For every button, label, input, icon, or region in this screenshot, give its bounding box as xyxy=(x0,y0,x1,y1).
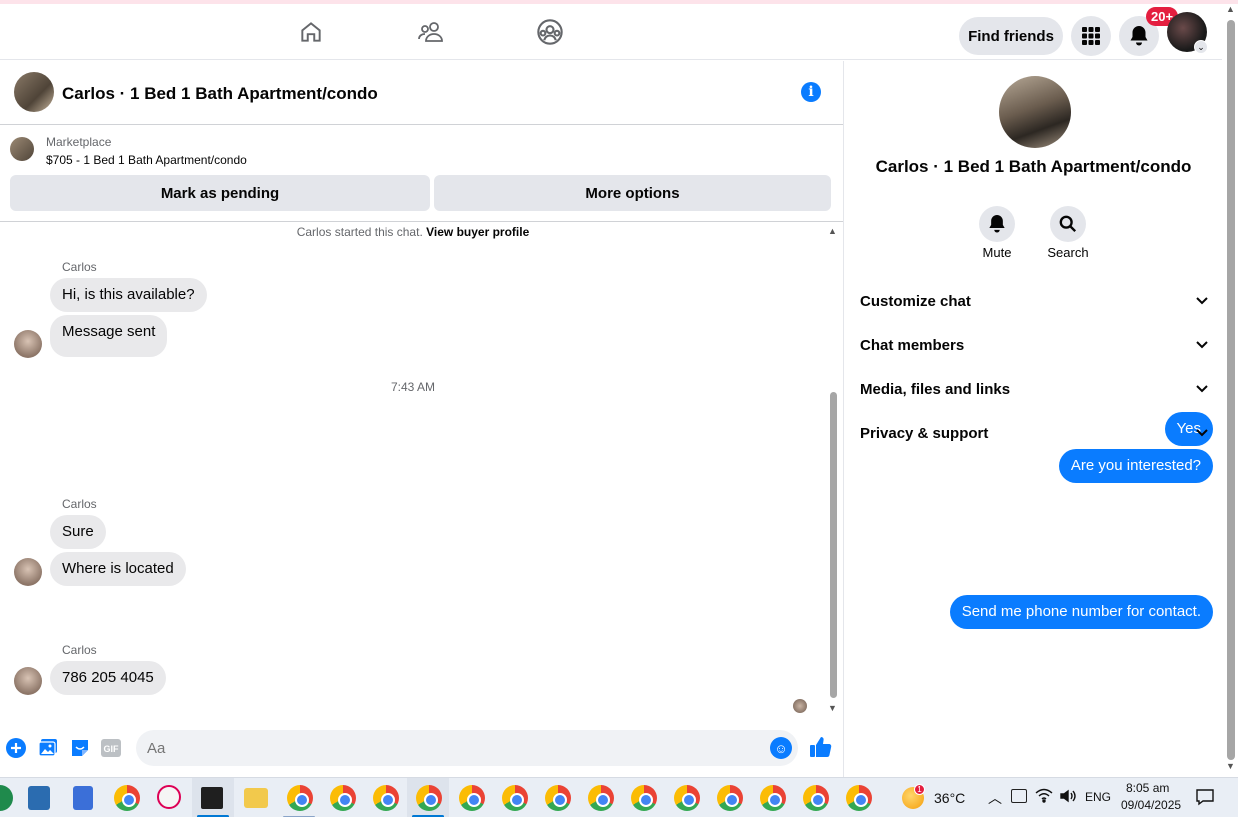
file-explorer-icon[interactable] xyxy=(244,788,268,808)
speaker-icon[interactable] xyxy=(1059,788,1077,807)
section-chat-members[interactable]: Chat members xyxy=(860,325,1208,365)
sender-name: Carlos xyxy=(62,260,97,274)
page-scroll-down-icon[interactable]: ▼ xyxy=(1226,761,1235,771)
view-buyer-profile-link[interactable]: View buyer profile xyxy=(426,225,529,239)
section-label: Media, files and links xyxy=(860,380,1011,398)
sender-name: Carlos xyxy=(62,643,97,657)
chat-details-panel: Carlos · 1 Bed 1 Bath Apartment/condo Mu… xyxy=(843,61,1222,777)
divider xyxy=(0,221,843,222)
chat-header: Carlos · 1 Bed 1 Bath Apartment/condo i xyxy=(0,61,843,125)
photo-icon[interactable] xyxy=(37,737,59,759)
section-label: Privacy & support xyxy=(860,424,989,442)
chrome-profile-icon[interactable] xyxy=(631,785,657,811)
read-receipt-avatar xyxy=(793,699,807,713)
friends-icon[interactable] xyxy=(415,16,447,48)
temperature[interactable]: 36°C xyxy=(934,790,965,806)
chrome-profile-icon[interactable] xyxy=(846,785,872,811)
chevron-down-icon xyxy=(1196,382,1208,396)
message-input[interactable] xyxy=(136,730,798,766)
chrome-profile-icon[interactable] xyxy=(803,785,829,811)
listing-avatar[interactable] xyxy=(999,76,1071,148)
scroll-up-arrow-icon[interactable]: ▲ xyxy=(828,226,837,236)
find-friends-button[interactable]: Find friends xyxy=(959,17,1063,55)
top-nav: Find friends xyxy=(0,4,1222,60)
sender-avatar[interactable] xyxy=(14,330,42,358)
svg-text:GIF: GIF xyxy=(104,744,120,754)
messenger-window: Find friends 20+ ⌄ Carlos · 1 Bed 1 Bath… xyxy=(0,0,1238,817)
app-icon[interactable] xyxy=(0,785,13,811)
chrome-icon[interactable] xyxy=(114,785,140,811)
chrome-profile-icon[interactable] xyxy=(330,785,356,811)
taskbar: 1 36°C ︿ ENG 8:05 am 09/04/2025 xyxy=(0,777,1238,817)
sender-avatar[interactable] xyxy=(14,667,42,695)
chrome-profile-icon[interactable] xyxy=(717,785,743,811)
device-icon[interactable] xyxy=(1011,789,1027,803)
panel-title: Carlos · 1 Bed 1 Bath Apartment/condo xyxy=(875,157,1192,176)
chevron-up-icon[interactable]: ︿ xyxy=(988,788,1002,808)
chat-scrollbar-thumb[interactable] xyxy=(830,392,837,698)
chat-started-text: Carlos started this chat. xyxy=(296,225,423,239)
section-label: Customize chat xyxy=(860,292,971,310)
mute-bell-icon[interactable] xyxy=(979,206,1015,242)
language-indicator[interactable]: ENG xyxy=(1085,790,1111,804)
mute-label[interactable]: Mute xyxy=(957,245,1037,260)
message-timestamp: 7:43 AM xyxy=(390,380,436,394)
listing-thumbnail[interactable] xyxy=(10,137,34,161)
chrome-profile-icon[interactable] xyxy=(287,785,313,811)
chrome-profile-icon[interactable] xyxy=(588,785,614,811)
plus-circle-icon[interactable] xyxy=(5,737,27,759)
more-options-button[interactable]: More options xyxy=(434,175,831,211)
message-incoming[interactable]: Sure xyxy=(50,515,106,549)
chrome-profile-icon[interactable] xyxy=(502,785,528,811)
wifi-icon[interactable] xyxy=(1035,787,1053,806)
message-incoming[interactable]: Hi, is this available? xyxy=(50,278,207,312)
sender-name: Carlos xyxy=(62,497,97,511)
marketplace-label: Marketplace xyxy=(46,135,112,149)
home-icon[interactable] xyxy=(295,16,327,48)
calculator-icon[interactable] xyxy=(73,786,93,810)
page-scroll-up-icon[interactable]: ▲ xyxy=(1226,4,1235,14)
clock-time[interactable]: 8:05 am xyxy=(1126,781,1169,795)
mark-as-pending-button[interactable]: Mark as pending xyxy=(10,175,430,211)
groups-icon[interactable] xyxy=(534,16,566,48)
chrome-profile-icon[interactable] xyxy=(674,785,700,811)
chrome-profile-icon[interactable] xyxy=(416,785,442,811)
notes-app-icon[interactable] xyxy=(201,787,223,809)
listing-price-title[interactable]: $705 - 1 Bed 1 Bath Apartment/condo xyxy=(46,153,247,167)
menu-grid-icon[interactable] xyxy=(1071,16,1111,56)
chevron-down-icon xyxy=(1196,426,1208,440)
scroll-down-arrow-icon[interactable]: ▼ xyxy=(828,703,837,713)
chevron-down-icon xyxy=(1196,294,1208,308)
thumbs-up-icon[interactable] xyxy=(808,734,834,760)
chat-started-notice: Carlos started this chat. View buyer pro… xyxy=(0,225,826,239)
chrome-profile-icon[interactable] xyxy=(459,785,485,811)
section-customize-chat[interactable]: Customize chat xyxy=(860,281,1208,321)
sender-avatar[interactable] xyxy=(14,558,42,586)
emoji-icon[interactable]: ☺ xyxy=(770,737,792,759)
section-label: Chat members xyxy=(860,336,965,354)
chrome-profile-icon[interactable] xyxy=(373,785,399,811)
chat-title[interactable]: Carlos · 1 Bed 1 Bath Apartment/condo xyxy=(62,84,378,104)
message-incoming[interactable]: Where is located xyxy=(50,552,186,586)
page-scrollbar-thumb[interactable] xyxy=(1227,20,1235,760)
notification-center-icon[interactable] xyxy=(1196,788,1214,809)
section-privacy-support[interactable]: Privacy & support xyxy=(860,413,1208,453)
search-label[interactable]: Search xyxy=(1028,245,1108,260)
weather-badge: 1 xyxy=(914,784,925,795)
calendar-app-icon[interactable] xyxy=(28,786,50,810)
search-icon[interactable] xyxy=(1050,206,1086,242)
message-incoming[interactable]: Message sent xyxy=(50,315,168,357)
sticker-icon[interactable] xyxy=(69,737,91,759)
chevron-down-icon xyxy=(1196,338,1208,352)
message-incoming[interactable]: 786 205 4045 xyxy=(50,661,166,695)
snipping-tool-icon[interactable] xyxy=(157,785,181,809)
clock-date[interactable]: 09/04/2025 xyxy=(1121,798,1181,812)
account-chevron-icon[interactable]: ⌄ xyxy=(1194,40,1208,54)
section-media-files-links[interactable]: Media, files and links xyxy=(860,369,1208,409)
info-icon[interactable]: i xyxy=(801,82,821,102)
chrome-profile-icon[interactable] xyxy=(545,785,571,811)
chat-avatar[interactable] xyxy=(14,72,54,112)
gif-icon[interactable]: GIF xyxy=(100,737,122,759)
chrome-profile-icon[interactable] xyxy=(760,785,786,811)
